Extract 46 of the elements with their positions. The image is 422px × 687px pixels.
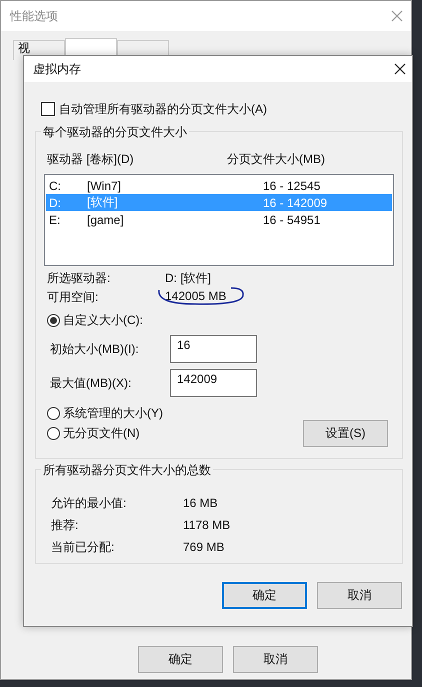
drive-letter: E: (49, 212, 62, 226)
radio-button[interactable] (47, 427, 60, 440)
drive-list[interactable]: C: [Win7] 16 - 12545 D: [软件] 16 - 142009 E: [game] 16 - 54951 (44, 174, 394, 266)
page-size: 16 - 12545 (263, 178, 320, 192)
column-header: 驱动器 [卷标](D) (47, 151, 135, 168)
volume-label: [Win7] (87, 178, 122, 192)
dialog-button[interactable]: 确定 (222, 582, 307, 609)
total-value: 1178 MB (183, 518, 230, 532)
total-value: 769 MB (183, 540, 224, 554)
dialog-title: 虚拟内存 (33, 60, 81, 78)
field-label: 初始大小(MB)(I): (50, 340, 140, 358)
radio-button[interactable] (47, 407, 60, 420)
total-label: 当前已分配: (51, 538, 116, 556)
radio-label: 无分页文件(N) (63, 425, 140, 442)
input-field[interactable]: 142009 (170, 369, 257, 397)
field-label: 最大值(MB)(X): (50, 374, 132, 392)
dialog-button[interactable]: 取消 (233, 646, 318, 673)
group-title: 所有驱动器分页文件大小的总数 (41, 462, 213, 479)
drive-letter: D: (49, 196, 62, 210)
total-label: 推荐: (51, 516, 80, 534)
info-value: 142005 MB (165, 289, 226, 303)
volume-label: [game] (87, 212, 125, 226)
group-title: 每个驱动器的分页文件大小 (41, 124, 189, 141)
close-icon[interactable] (394, 63, 406, 75)
input-field[interactable]: 16 (170, 335, 257, 363)
drive-row[interactable]: C: [Win7] 16 - 12545 (46, 177, 392, 194)
info-label: 所选驱动器: (47, 270, 112, 285)
total-label: 允许的最小值: (51, 494, 128, 512)
window-title: 性能选项 (10, 8, 58, 24)
info-value: D: [软件] (165, 270, 212, 285)
total-value: 16 MB (183, 496, 218, 510)
radio-label: 系统管理的大小(Y) (63, 405, 163, 422)
dialog-button[interactable]: 确定 (138, 646, 223, 673)
checkbox-label: 自动管理所有驱动器的分页文件大小(A) (59, 100, 267, 118)
page-size: 16 - 54951 (263, 212, 320, 226)
page-size: 16 - 142009 (263, 196, 328, 210)
drive-row[interactable]: E: [game] 16 - 54951 (46, 211, 392, 228)
radio-label: 自定义大小(C): (63, 312, 143, 329)
drive-letter: C: (49, 178, 62, 192)
info-label: 可用空间: (47, 289, 100, 304)
dialog-button[interactable]: 取消 (317, 582, 402, 609)
checkbox[interactable] (41, 102, 55, 116)
settings-button[interactable]: 设置(S) (303, 420, 388, 447)
radio-button[interactable] (47, 314, 60, 327)
volume-label: [软件] (87, 194, 119, 211)
column-header: 分页文件大小(MB) (227, 151, 325, 168)
